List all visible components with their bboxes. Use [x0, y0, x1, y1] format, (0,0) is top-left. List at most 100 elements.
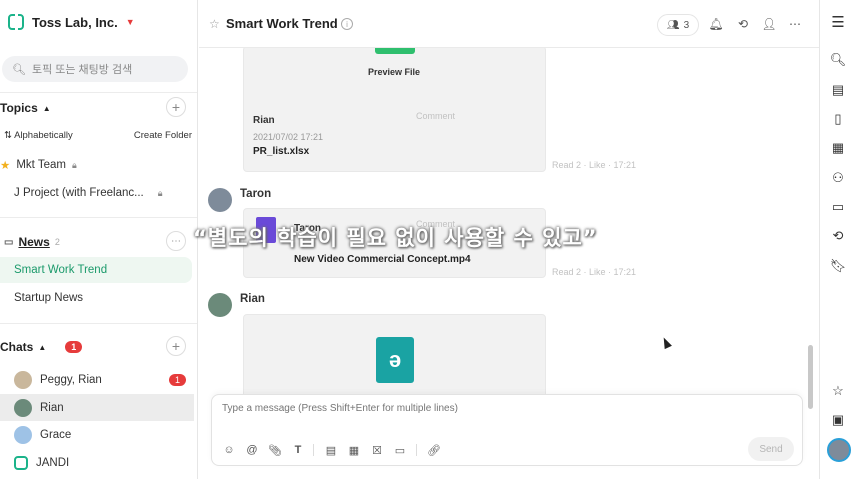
video-subtitle: “별도의 학습이 필요 없이 사용할 수 있고” [193, 226, 598, 250]
jandi-logo-icon [14, 455, 28, 470]
attach-icon[interactable]: 📎︎ [268, 443, 282, 457]
file-name[interactable]: PR_list.xlsx [253, 146, 309, 157]
caret-up-icon: ▲ [42, 103, 51, 113]
news-count: 2 [54, 237, 60, 247]
mention-icon[interactable]: @ [245, 443, 259, 457]
topic-header: ☆ Smart Work Trend i 👥︎ 3 🔔︎ ⟲ 👤︎ ⋯ [199, 0, 819, 48]
preview-file-label[interactable]: Preview File [368, 67, 420, 77]
file-owner: Rian [253, 115, 275, 126]
org-chart-icon[interactable]: ⚇ [830, 170, 846, 186]
more-icon[interactable]: ⋯ [787, 16, 803, 32]
divider [0, 323, 197, 324]
team-switcher[interactable]: Toss Lab, Inc. ▼ [8, 13, 135, 31]
file-card-pr-list[interactable]: Preview File Rian 2021/07/02 17:21 PR_li… [243, 48, 546, 172]
todo-icon[interactable]: ▤ [324, 443, 338, 457]
divider [0, 92, 197, 93]
topic-label: J Project (with Freelanc... [14, 187, 144, 199]
avatar [14, 370, 32, 389]
chat-label: Peggy, Rian [40, 373, 102, 386]
topics-header[interactable]: Topics ▲ [0, 101, 51, 115]
chat-item-grace[interactable]: Grace [0, 421, 194, 448]
topic-label: Mkt Team [16, 159, 66, 171]
folder-icon: ▭ [4, 236, 14, 248]
chat-item-peggy-rian[interactable]: Peggy, Rian 1 [0, 366, 194, 393]
sender-name: Taron [240, 188, 272, 200]
unread-badge: 1 [168, 373, 186, 386]
video-call-icon[interactable]: ▭ [393, 443, 407, 457]
divider [313, 444, 314, 456]
poll-icon[interactable]: ☒ [370, 443, 384, 457]
sidebar: Toss Lab, Inc. ▼ 🔍︎ 토픽 또는 채팅방 검색 Topics … [0, 0, 198, 479]
bookmark-icon[interactable]: 🔖︎ [830, 258, 847, 274]
search-icon: 🔍︎ [12, 63, 26, 76]
file-date: 2021/07/02 17:21 [253, 132, 324, 142]
divider [0, 217, 197, 218]
avatar [208, 293, 232, 317]
info-icon[interactable]: i [341, 18, 353, 30]
drive-icon[interactable]: ▭ [830, 199, 846, 215]
chats-label: Chats [0, 340, 34, 354]
sort-alphabetically-button[interactable]: ⇅ Alphabetically [4, 130, 73, 141]
right-rail: ☰ 🔍︎ ▤ ▯ ▦ ⚇ ▭ ⟲ 🔖︎ ☆ ▣ [819, 0, 857, 479]
topic-item-j-project[interactable]: J Project (with Freelanc... 🔒︎ [0, 180, 197, 206]
search-placeholder: 토픽 또는 채팅방 검색 [31, 64, 133, 76]
bell-icon[interactable]: 🔔︎ [708, 16, 724, 32]
calendar-icon[interactable]: ▦ [347, 443, 361, 457]
topic-sort-row: ⇅ Alphabetically Create Folder [4, 130, 192, 141]
connect-icon[interactable]: ⟲ [830, 228, 846, 244]
search-icon[interactable]: 🔍︎ [830, 52, 847, 68]
chat-item-rian[interactable]: Rian [0, 394, 194, 421]
create-folder-button[interactable]: Create Folder [134, 130, 192, 141]
avatar[interactable] [827, 438, 851, 462]
member-count-button[interactable]: 👥︎ 3 [657, 14, 699, 36]
chat-label: Rian [40, 401, 64, 414]
invite-user-icon[interactable]: 👤︎ [761, 16, 777, 32]
star-outline-icon[interactable]: ☆ [830, 383, 846, 399]
avatar [208, 188, 232, 212]
star-icon: ★ [0, 160, 11, 172]
send-button[interactable]: Send [748, 437, 794, 461]
news-more-button[interactable]: ⋯ [166, 231, 186, 251]
topic-item-smart-work-trend[interactable]: Smart Work Trend [0, 257, 192, 283]
file-icon[interactable]: ▯ [830, 111, 846, 127]
add-topic-button[interactable]: + [166, 97, 186, 117]
file-name[interactable]: New Video Commercial Concept.mp4 [294, 254, 471, 265]
topics-label: Topics [0, 101, 38, 115]
inbox-icon[interactable]: ▣ [830, 412, 846, 428]
message-composer: ☺ @ 📎︎ T ▤ ▦ ☒ ▭ 🔗︎ Send [211, 394, 803, 466]
calendar-icon[interactable]: ▦ [830, 140, 846, 156]
connect-icon[interactable]: ⟲ [735, 16, 751, 32]
menu-icon[interactable]: ☰ [830, 14, 846, 31]
team-name: Toss Lab, Inc. [32, 14, 118, 30]
jandi-logo-icon [8, 13, 24, 31]
topic-label: Smart Work Trend [14, 264, 108, 276]
topic-item-startup-news[interactable]: Startup News [0, 285, 197, 311]
message-input[interactable] [222, 403, 742, 414]
file-icon: ə [376, 337, 414, 383]
topic-label: Startup News [14, 292, 84, 304]
text-format-icon[interactable]: T [291, 443, 305, 457]
notes-icon[interactable]: ▤ [830, 82, 846, 98]
comment-button[interactable]: Comment [416, 111, 455, 121]
news-label: News [18, 235, 50, 249]
scrollbar[interactable] [808, 345, 813, 409]
caret-down-icon: ▼ [125, 17, 135, 27]
caret-up-icon: ▲ [38, 342, 47, 352]
sender-name: Rian [240, 293, 265, 305]
member-count: 3 [683, 19, 690, 31]
avatar [14, 398, 32, 417]
add-chat-button[interactable]: + [166, 336, 186, 356]
news-folder-header[interactable]: ▭ News 2 [4, 235, 60, 249]
message-meta: Read 2 · Like · 17:21 [552, 160, 637, 170]
emoji-icon[interactable]: ☺ [222, 443, 236, 457]
spreadsheet-preview-icon [375, 48, 415, 54]
divider [416, 444, 417, 456]
star-outline-icon[interactable]: ☆ [209, 17, 220, 31]
search-input[interactable]: 🔍︎ 토픽 또는 채팅방 검색 [2, 56, 188, 82]
chats-header[interactable]: Chats ▲ 1 [0, 340, 83, 354]
lock-icon: 🔒︎ [71, 159, 77, 170]
link-icon[interactable]: 🔗︎ [427, 443, 441, 457]
topic-item-mkt-team[interactable]: ★ Mkt Team 🔒︎ [0, 152, 197, 178]
chats-unread-badge: 1 [65, 341, 83, 353]
chat-item-jandi[interactable]: JANDI [0, 449, 194, 476]
